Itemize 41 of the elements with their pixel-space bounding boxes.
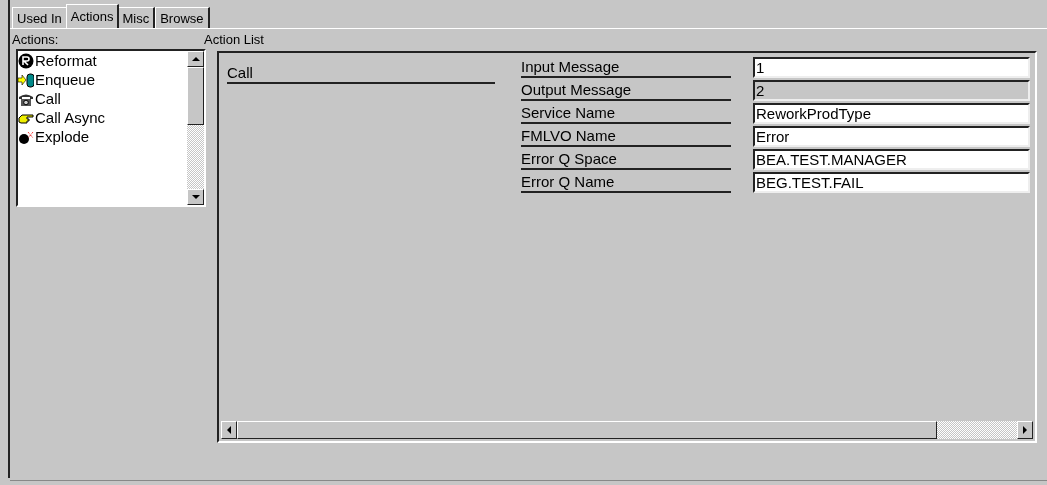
scroll-track[interactable] xyxy=(187,51,204,205)
r-badge-icon xyxy=(18,52,34,69)
input-field[interactable]: Error xyxy=(753,126,1030,147)
field-label: Input Message xyxy=(521,57,731,78)
field-label: Error Q Space xyxy=(521,149,731,170)
action-list-label: Action List xyxy=(203,31,265,47)
action-item[interactable]: Call Async xyxy=(18,108,187,127)
field-label: Output Message xyxy=(521,80,731,101)
action-title: Call xyxy=(227,59,495,84)
action-item[interactable]: Call xyxy=(18,89,187,108)
field-label: FMLVO Name xyxy=(521,126,731,147)
input-field[interactable]: 1 xyxy=(753,57,1030,78)
actions-label: Actions: xyxy=(11,31,60,47)
scroll-left-button[interactable] xyxy=(221,421,237,439)
action-label: Enqueue xyxy=(35,71,96,88)
tab[interactable]: Browse xyxy=(155,7,210,28)
tab[interactable]: Misc xyxy=(117,7,156,28)
left-arrow-icon xyxy=(225,426,233,434)
scroll-thumb[interactable] xyxy=(187,67,204,125)
input-field[interactable]: ReworkProdType xyxy=(753,103,1030,124)
tab[interactable]: Actions xyxy=(65,4,120,28)
field-label: Service Name xyxy=(521,103,731,124)
scroll-up-button[interactable] xyxy=(187,51,204,67)
input-field[interactable]: BEG.TEST.FAIL xyxy=(753,172,1030,193)
action-item[interactable]: Enqueue xyxy=(18,70,187,89)
action-label: Call xyxy=(35,90,61,107)
field-label: Error Q Name xyxy=(521,172,731,193)
down-arrow-icon xyxy=(191,193,200,201)
scroll-right-button[interactable] xyxy=(1017,421,1033,439)
up-arrow-icon xyxy=(191,55,200,63)
scroll-thumb[interactable] xyxy=(237,421,937,439)
input-field[interactable]: BEA.TEST.MANAGER xyxy=(753,149,1030,170)
action-item[interactable]: Reformat xyxy=(18,51,187,70)
scroll-down-button[interactable] xyxy=(187,189,204,205)
action-item[interactable]: Explode xyxy=(18,127,187,146)
action-label: Call Async xyxy=(35,109,106,126)
action-label: Explode xyxy=(35,128,90,145)
action-label: Reformat xyxy=(35,52,97,69)
arrow-cylinder-icon xyxy=(18,71,34,88)
actions-list[interactable]: Reformat Enqueue Call Call Async Explode xyxy=(16,49,206,207)
right-arrow-icon xyxy=(1021,426,1029,434)
